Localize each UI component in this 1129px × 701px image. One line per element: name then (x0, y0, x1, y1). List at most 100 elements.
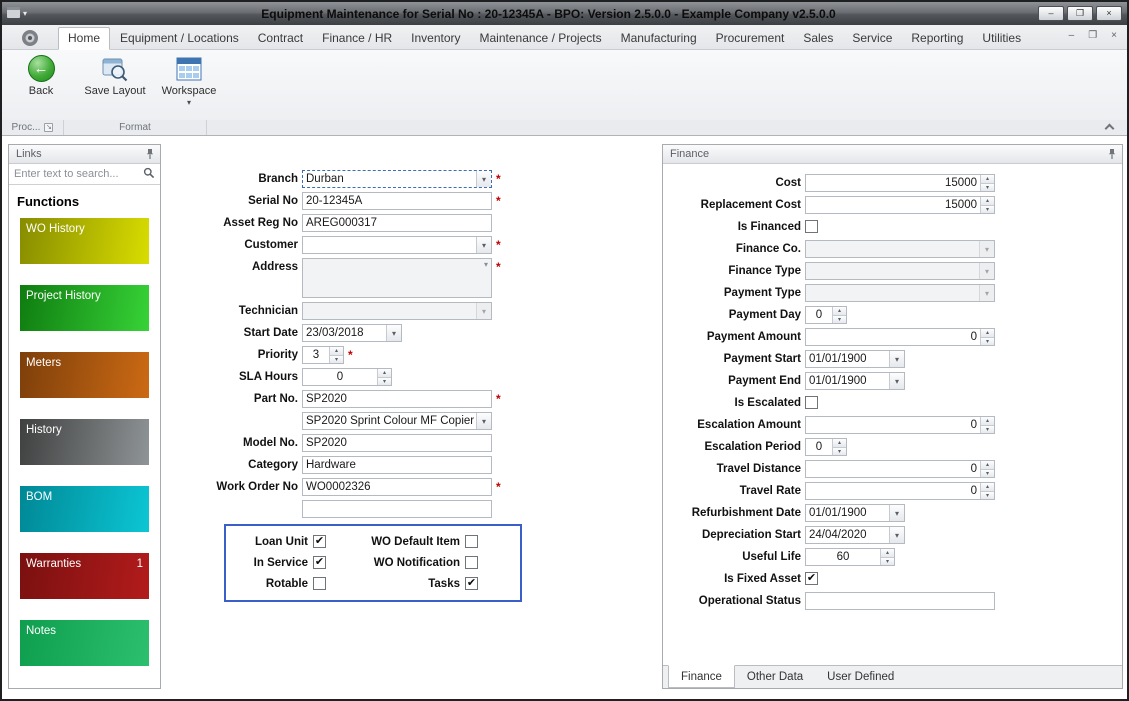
links-tile-notes[interactable]: Notes (20, 620, 149, 666)
finance-tab-finance[interactable]: Finance (668, 665, 735, 688)
part-no-text[interactable]: SP2020 (302, 390, 492, 408)
save-layout-button[interactable]: Save Layout (84, 55, 146, 97)
links-tile-warranties[interactable]: Warranties 1 (20, 553, 149, 599)
payment-end-date[interactable]: 01/01/1900 ▾ (805, 372, 905, 390)
dropdown-icon[interactable]: ▾ (979, 285, 994, 301)
spin-down-icon[interactable]: ▾ (981, 424, 994, 433)
qat-dropdown-icon[interactable]: ▾ (23, 9, 27, 18)
spin-down-icon[interactable]: ▾ (981, 468, 994, 477)
pin-icon[interactable] (145, 148, 155, 160)
spin-up-icon[interactable]: ▴ (330, 347, 343, 355)
replacement-cost-spin[interactable]: 15000 ▴ ▾ (805, 196, 995, 214)
spin-up-icon[interactable]: ▴ (981, 417, 994, 425)
mdi-minimize-icon[interactable]: – (1069, 30, 1075, 41)
ribbon-tab-home[interactable]: Home (58, 27, 111, 50)
search-icon[interactable] (143, 167, 155, 182)
spin-down-icon[interactable]: ▾ (378, 376, 391, 385)
finance-tab-other-data[interactable]: Other Data (735, 666, 815, 688)
depreciation-start-date[interactable]: 24/04/2020 ▾ (805, 526, 905, 544)
minimize-button[interactable]: – (1038, 6, 1064, 21)
ribbon-tab-maintenance-projects[interactable]: Maintenance / Projects (471, 28, 611, 49)
ribbon-tab-equipment-locations[interactable]: Equipment / Locations (111, 28, 248, 49)
useful-life-spin[interactable]: 60 ▴ ▾ (805, 548, 895, 566)
spin-down-icon[interactable]: ▾ (981, 336, 994, 345)
priority-spin[interactable]: 3 ▴ ▾ (302, 346, 344, 364)
is-escalated-checkbox[interactable] (805, 396, 818, 409)
tasks-checkbox[interactable]: ✔ (465, 577, 478, 590)
finance-tab-user-defined[interactable]: User Defined (815, 666, 906, 688)
escalation-amount-spin[interactable]: 0 ▴ ▾ (805, 416, 995, 434)
payment-day-spin[interactable]: 0 ▴ ▾ (805, 306, 847, 324)
dropdown-icon[interactable]: ▾ (476, 303, 491, 319)
spin-up-icon[interactable]: ▴ (881, 549, 894, 557)
spin-up-icon[interactable]: ▴ (833, 307, 846, 315)
model-no-text[interactable]: SP2020 (302, 434, 492, 452)
dropdown-icon[interactable]: ▾ (476, 237, 491, 253)
start-date-date[interactable]: 23/03/2018 ▾ (302, 324, 402, 342)
dropdown-icon[interactable]: ▾ (979, 241, 994, 257)
work-order-no-text[interactable]: WO0002326 (302, 478, 492, 496)
finance-co-combo[interactable]: ▾ (805, 240, 995, 258)
wo-default-item-checkbox[interactable] (465, 535, 478, 548)
dropdown-icon[interactable]: ▾ (386, 325, 401, 341)
dropdown-icon[interactable]: ▾ (889, 527, 904, 543)
dropdown-icon[interactable]: ▾ (979, 263, 994, 279)
spin-down-icon[interactable]: ▾ (833, 314, 846, 323)
dropdown-icon[interactable]: ▾ (476, 413, 491, 429)
payment-type-combo[interactable]: ▾ (805, 284, 995, 302)
travel-distance-spin[interactable]: 0 ▴ ▾ (805, 460, 995, 478)
spin-up-icon[interactable]: ▴ (833, 439, 846, 447)
ribbon-tab-contract[interactable]: Contract (249, 28, 312, 49)
finance-type-combo[interactable]: ▾ (805, 262, 995, 280)
dropdown-icon[interactable]: ▾ (476, 171, 491, 187)
links-tile-history[interactable]: History (20, 419, 149, 465)
branch-combo[interactable]: Durban ▾ (302, 170, 492, 188)
ribbon-tab-reporting[interactable]: Reporting (902, 28, 972, 49)
technician-combo[interactable]: ▾ (302, 302, 492, 320)
operational-status-text[interactable] (805, 592, 995, 610)
asset-reg-no-text[interactable]: AREG000317 (302, 214, 492, 232)
spin-up-icon[interactable]: ▴ (981, 461, 994, 469)
cost-spin[interactable]: 15000 ▴ ▾ (805, 174, 995, 192)
collapse-ribbon-icon[interactable] (1104, 123, 1115, 134)
spin-up-icon[interactable]: ▴ (981, 329, 994, 337)
back-button[interactable]: ← Back (10, 55, 72, 97)
address-memo[interactable]: ▾ (302, 258, 492, 298)
search-input[interactable] (14, 168, 143, 180)
serial-no-text[interactable]: 20-12345A (302, 192, 492, 210)
wo-notification-checkbox[interactable] (465, 556, 478, 569)
links-tile-bom[interactable]: BOM (20, 486, 149, 532)
spin-down-icon[interactable]: ▾ (881, 556, 894, 565)
ribbon-tab-manufacturing[interactable]: Manufacturing (612, 28, 706, 49)
ribbon-tab-procurement[interactable]: Procurement (707, 28, 794, 49)
payment-amount-spin[interactable]: 0 ▴ ▾ (805, 328, 995, 346)
mdi-close-icon[interactable]: × (1111, 30, 1117, 41)
restore-button[interactable]: ❐ (1067, 6, 1093, 21)
ribbon-tab-inventory[interactable]: Inventory (402, 28, 469, 49)
spin-up-icon[interactable]: ▴ (981, 483, 994, 491)
spin-down-icon[interactable]: ▾ (330, 354, 343, 363)
spin-down-icon[interactable]: ▾ (981, 204, 994, 213)
ribbon-tab-service[interactable]: Service (843, 28, 901, 49)
rotable-checkbox[interactable] (313, 577, 326, 590)
part-description-combo[interactable]: SP2020 Sprint Colour MF Copier ▾ (302, 412, 492, 430)
close-button[interactable]: × (1096, 6, 1122, 21)
links-tile-project-history[interactable]: Project History (20, 285, 149, 331)
ribbon-tab-sales[interactable]: Sales (794, 28, 842, 49)
dialog-launcher-icon[interactable]: ↘ (44, 123, 54, 132)
dropdown-icon[interactable]: ▾ (889, 351, 904, 367)
pin-icon[interactable] (1107, 148, 1117, 160)
application-menu-button[interactable] (8, 26, 52, 49)
links-tile-meters[interactable]: Meters (20, 352, 149, 398)
spin-down-icon[interactable]: ▾ (833, 446, 846, 455)
dropdown-icon[interactable]: ▾ (484, 260, 488, 269)
mdi-restore-icon[interactable]: ❐ (1088, 30, 1097, 41)
workspace-button[interactable]: Workspace ▾ (158, 55, 220, 107)
in-service-checkbox[interactable]: ✔ (313, 556, 326, 569)
work-order-extra-text[interactable] (302, 500, 492, 518)
payment-start-date[interactable]: 01/01/1900 ▾ (805, 350, 905, 368)
sla-hours-spin[interactable]: 0 ▴ ▾ (302, 368, 392, 386)
app-icon[interactable] (7, 6, 20, 21)
spin-up-icon[interactable]: ▴ (378, 369, 391, 377)
refurbishment-date-date[interactable]: 01/01/1900 ▾ (805, 504, 905, 522)
